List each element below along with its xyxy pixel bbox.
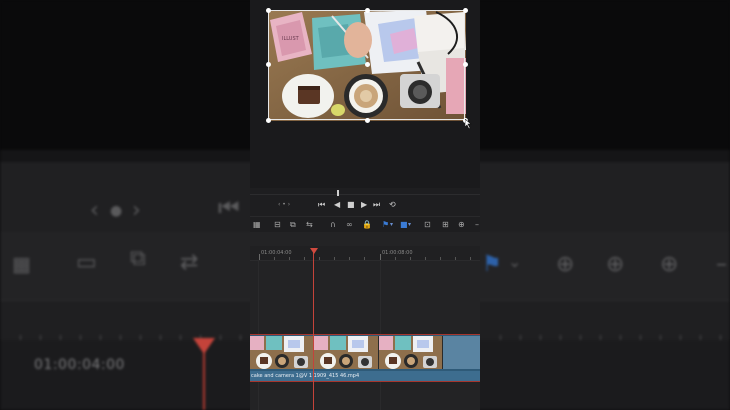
resize-handle-top-left[interactable]: [266, 8, 271, 13]
marker-dropdown-icon[interactable]: ▾: [408, 220, 411, 230]
go-to-end-button[interactable]: ⏭: [373, 201, 380, 209]
timecode-label-start: 01:00:04:00: [261, 250, 292, 256]
bg-timecode: 01:00:04:00: [34, 357, 125, 373]
bg-flag-icon: ⚑: [482, 252, 502, 277]
bg-dropdown-icon: ⌄: [508, 252, 522, 271]
svg-text:ILLUST: ILLUST: [282, 36, 300, 42]
clip-thumbnails: [250, 336, 443, 369]
snapping-icon[interactable]: ∩: [330, 220, 336, 230]
resize-handle-bottom-left[interactable]: [266, 118, 271, 123]
resize-handle-left[interactable]: [266, 62, 271, 67]
bg-nav-right-icon: ›: [132, 198, 141, 223]
bg-playhead-cap: [193, 338, 215, 354]
clip-name-label: cake and camera 1@V 1 1909_415 46.mp4: [250, 371, 480, 381]
stop-button[interactable]: ■: [347, 201, 355, 209]
bg-trim-icon: ▦: [12, 252, 31, 276]
position-lock-icon[interactable]: 🔒: [362, 220, 372, 230]
edit-toolbar: ▦ ⊟ ⧉ ⇆ ∩ ∞ 🔒 ⚑ ▾ ■ ▾ ⊡ ⊞ ⊕ –: [250, 216, 480, 233]
replace-clip-icon[interactable]: ⇆: [306, 220, 313, 230]
clip-thumbnail: [314, 336, 379, 369]
bg-go-start-icon: ⏮: [218, 194, 240, 222]
timeline-panel[interactable]: 01:00:04:00 01:00:08:00 cake and camera …: [250, 232, 480, 410]
bg-minus-icon: –: [716, 252, 727, 277]
video-clip[interactable]: cake and camera 1@V 1 1909_415 46.mp4: [250, 334, 480, 382]
zoom-custom-icon[interactable]: ⊕: [458, 220, 465, 230]
bg-replace-icon: ⇄: [180, 250, 199, 275]
overwrite-clip-icon[interactable]: ⧉: [290, 220, 296, 230]
playhead[interactable]: [313, 252, 314, 410]
timecode-label-next: 01:00:08:00: [382, 250, 413, 256]
play-button[interactable]: ▶: [361, 201, 367, 209]
resize-handle-right[interactable]: [463, 62, 468, 67]
resize-handle-top-right[interactable]: [463, 8, 468, 13]
bg-nav-dot-icon: ●: [110, 203, 123, 219]
scrub-track[interactable]: [250, 194, 480, 195]
bg-nav-left-icon: ‹: [90, 198, 99, 223]
anchor-handle-center[interactable]: [365, 62, 370, 67]
clip-tail: [443, 336, 480, 369]
bg-zoom2-icon: ⊕: [606, 252, 625, 277]
video-editor: ILLUST ‹ • › ⏮ ◀ ■ ▶ ⏭ ⟲ ▦ ⊟ ⧉ ⇆ ∩ ∞ 🔒 ⚑…: [250, 0, 480, 410]
linked-selection-icon[interactable]: ∞: [346, 220, 353, 230]
insert-clip-icon[interactable]: ⊟: [274, 220, 281, 230]
scrub-position-marker[interactable]: [337, 190, 339, 196]
play-reverse-button[interactable]: ◀: [334, 201, 340, 209]
flag-dropdown-icon[interactable]: ▾: [390, 220, 393, 230]
marker-icon[interactable]: ■: [400, 220, 408, 230]
playhead-handle[interactable]: [310, 248, 318, 254]
bg-zoom-icon: ⊕: [556, 252, 575, 277]
viewer-panel: ILLUST: [250, 0, 480, 188]
bg-zoom3-icon: ⊕: [660, 252, 679, 277]
resize-handle-top[interactable]: [365, 8, 370, 13]
clip-thumbnail: [378, 336, 443, 369]
clip-thumbnail: [250, 336, 315, 369]
go-to-start-button[interactable]: ⏮: [318, 201, 325, 209]
flag-icon[interactable]: ⚑: [382, 220, 389, 230]
mouse-cursor-icon: [465, 119, 472, 129]
bg-overwrite-icon: ⧉: [130, 246, 146, 271]
resize-handle-bottom[interactable]: [365, 118, 370, 123]
transport-bar: ‹ • › ⏮ ◀ ■ ▶ ⏭ ⟲: [250, 188, 480, 216]
zoom-full-icon[interactable]: ⊡: [424, 220, 431, 230]
bg-insert-icon: ▭: [76, 250, 97, 275]
zoom-out-icon[interactable]: –: [475, 220, 479, 230]
trim-edit-icon[interactable]: ▦: [253, 220, 261, 230]
viewer-nav-icon[interactable]: ‹ • ›: [278, 202, 290, 208]
loop-button[interactable]: ⟲: [389, 201, 396, 209]
zoom-detail-icon[interactable]: ⊞: [442, 220, 449, 230]
